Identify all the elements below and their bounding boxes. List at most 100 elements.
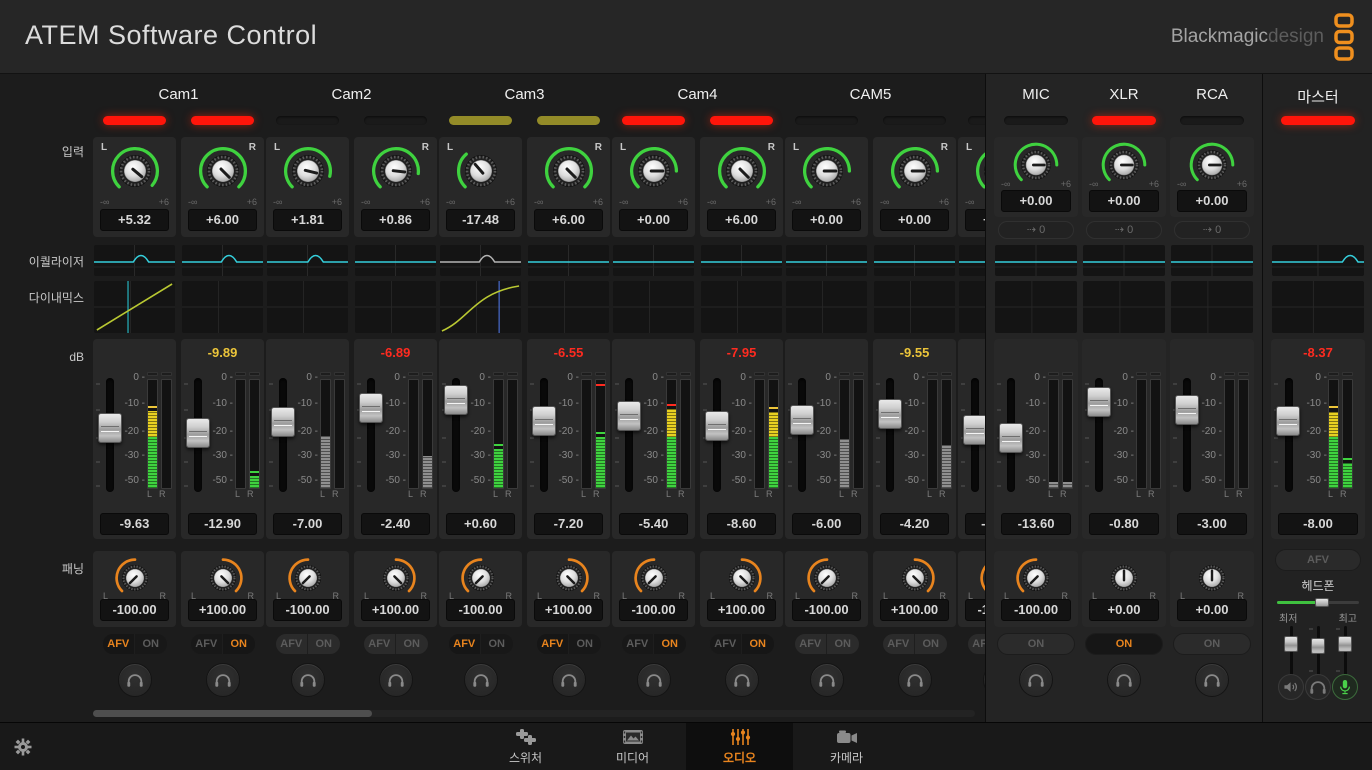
mini-slider-handle[interactable] bbox=[1311, 638, 1325, 654]
cam3-l-afv-button[interactable]: AFV bbox=[449, 634, 481, 654]
cam4-r-gain-value[interactable]: +6.00 bbox=[707, 209, 776, 231]
cam2-l-afv-button[interactable]: AFV bbox=[276, 634, 308, 654]
cam4-r-on-button[interactable]: ON bbox=[741, 634, 774, 654]
ch5-l-dynamics-thumbnail[interactable] bbox=[959, 281, 985, 333]
cam5-r-on-button[interactable]: ON bbox=[914, 634, 947, 654]
rca-fader-value[interactable]: -3.00 bbox=[1177, 513, 1247, 535]
cam2-r-afv-button[interactable]: AFV bbox=[364, 634, 396, 654]
cam1-r-afv-button[interactable]: AFV bbox=[191, 634, 223, 654]
cam5-r-equalizer-thumbnail[interactable] bbox=[874, 245, 955, 276]
cam2-r-solo-monitor-button[interactable] bbox=[379, 663, 413, 697]
monitor-mic-button[interactable] bbox=[1332, 674, 1358, 700]
xlr-gain-value[interactable]: +0.00 bbox=[1089, 190, 1159, 212]
cam4-l-equalizer-thumbnail[interactable] bbox=[613, 245, 694, 276]
cam4-r-equalizer-thumbnail[interactable] bbox=[701, 245, 782, 276]
cam3-r-gain-value[interactable]: +6.00 bbox=[534, 209, 603, 231]
cam3-l-equalizer-thumbnail[interactable] bbox=[440, 245, 521, 276]
cam5-r-afv-button[interactable]: AFV bbox=[883, 634, 915, 654]
input-gain-knob[interactable] bbox=[714, 143, 770, 199]
mic-delay-button[interactable]: ⇢ 0 bbox=[998, 221, 1074, 239]
cam4-l-pan-value[interactable]: -100.00 bbox=[619, 599, 688, 621]
cam4-l-afv-button[interactable]: AFV bbox=[622, 634, 654, 654]
cam5-l-on-button[interactable]: ON bbox=[826, 634, 859, 654]
rca-on-button[interactable]: ON bbox=[1174, 634, 1250, 654]
pan-knob[interactable] bbox=[200, 555, 246, 601]
cam2-r-on-button[interactable]: ON bbox=[395, 634, 428, 654]
cam2-l-equalizer-thumbnail[interactable] bbox=[267, 245, 348, 276]
cam4-l-solo-monitor-button[interactable] bbox=[637, 663, 671, 697]
pan-knob[interactable] bbox=[804, 555, 850, 601]
cam5-r-pan-value[interactable]: +100.00 bbox=[880, 599, 949, 621]
master-equalizer-thumbnail[interactable] bbox=[1272, 245, 1364, 276]
xlr-solo-monitor-button[interactable] bbox=[1107, 663, 1141, 697]
cam3-r-solo-monitor-button[interactable] bbox=[552, 663, 586, 697]
ch5-l-afv-button[interactable]: AFV bbox=[968, 634, 986, 654]
cam1-r-on-button[interactable]: ON bbox=[222, 634, 255, 654]
cam4-l-gain-value[interactable]: +0.00 bbox=[619, 209, 688, 231]
cam5-l-pan-value[interactable]: -100.00 bbox=[792, 599, 861, 621]
rca-delay-button[interactable]: ⇢ 0 bbox=[1174, 221, 1250, 239]
cam3-l-solo-monitor-button[interactable] bbox=[464, 663, 498, 697]
cam3-r-fader-value[interactable]: -7.20 bbox=[534, 513, 603, 535]
cam5-l-solo-monitor-button[interactable] bbox=[810, 663, 844, 697]
input-gain-knob[interactable] bbox=[107, 143, 163, 199]
mic-fader-value[interactable]: -13.60 bbox=[1001, 513, 1071, 535]
cam1-l-on-button[interactable]: ON bbox=[134, 634, 167, 654]
cam2-r-pan-value[interactable]: +100.00 bbox=[361, 599, 430, 621]
xlr-equalizer-thumbnail[interactable] bbox=[1083, 245, 1165, 276]
input-gain-knob[interactable] bbox=[280, 143, 336, 199]
xlr-on-button[interactable]: ON bbox=[1086, 634, 1162, 654]
cam1-r-pan-value[interactable]: +100.00 bbox=[188, 599, 257, 621]
cam2-r-fader-value[interactable]: -2.40 bbox=[361, 513, 430, 535]
cam2-l-on-button[interactable]: ON bbox=[307, 634, 340, 654]
mic-pan-value[interactable]: -100.00 bbox=[1001, 599, 1071, 621]
cam1-r-dynamics-thumbnail[interactable] bbox=[182, 281, 263, 333]
cam3-r-equalizer-thumbnail[interactable] bbox=[528, 245, 609, 276]
cam5-l-dynamics-thumbnail[interactable] bbox=[786, 281, 867, 333]
cam1-r-solo-monitor-button[interactable] bbox=[206, 663, 240, 697]
mic-dynamics-thumbnail[interactable] bbox=[995, 281, 1077, 333]
cam1-l-afv-button[interactable]: AFV bbox=[103, 634, 135, 654]
monitor-mini-slider-1[interactable] bbox=[1311, 626, 1325, 676]
pan-knob[interactable] bbox=[892, 555, 938, 601]
cam4-l-fader-track[interactable] bbox=[625, 378, 633, 492]
cam4-l-dynamics-thumbnail[interactable] bbox=[613, 281, 694, 333]
master-fader-value[interactable]: -8.00 bbox=[1278, 513, 1358, 535]
ch5-l-gain-value[interactable]: +0.00 bbox=[965, 209, 985, 231]
input-gain-knob[interactable] bbox=[887, 143, 943, 199]
input-gain-knob[interactable] bbox=[972, 143, 986, 199]
tab-media[interactable]: 미디어 bbox=[579, 723, 686, 770]
mic-on-button[interactable]: ON bbox=[998, 634, 1074, 654]
pan-knob[interactable] bbox=[1013, 555, 1059, 601]
rca-gain-value[interactable]: +0.00 bbox=[1177, 190, 1247, 212]
tab-camera[interactable]: 카메라 bbox=[793, 723, 900, 770]
input-gain-knob[interactable] bbox=[626, 143, 682, 199]
cam1-l-solo-monitor-button[interactable] bbox=[118, 663, 152, 697]
xlr-fader-value[interactable]: -0.80 bbox=[1089, 513, 1159, 535]
cam1-l-gain-value[interactable]: +5.32 bbox=[100, 209, 169, 231]
headphone-volume-handle[interactable] bbox=[1315, 598, 1329, 607]
pan-knob[interactable] bbox=[1189, 555, 1235, 601]
cam5-l-fader-value[interactable]: -6.00 bbox=[792, 513, 861, 535]
cam1-r-equalizer-thumbnail[interactable] bbox=[182, 245, 263, 276]
cam1-l-equalizer-thumbnail[interactable] bbox=[94, 245, 175, 276]
cam5-r-dynamics-thumbnail[interactable] bbox=[874, 281, 955, 333]
cam5-r-fader-track[interactable] bbox=[886, 378, 894, 492]
cam1-l-fader-value[interactable]: -9.63 bbox=[100, 513, 169, 535]
xlr-dynamics-thumbnail[interactable] bbox=[1083, 281, 1165, 333]
mini-slider-handle[interactable] bbox=[1338, 636, 1352, 652]
cam3-l-dynamics-thumbnail[interactable] bbox=[440, 281, 521, 333]
cam3-r-dynamics-thumbnail[interactable] bbox=[528, 281, 609, 333]
cam4-r-pan-value[interactable]: +100.00 bbox=[707, 599, 776, 621]
monitor-speaker-button[interactable] bbox=[1278, 674, 1304, 700]
cam5-l-afv-button[interactable]: AFV bbox=[795, 634, 827, 654]
rca-solo-monitor-button[interactable] bbox=[1195, 663, 1229, 697]
cam4-r-fader-value[interactable]: -8.60 bbox=[707, 513, 776, 535]
cam5-r-solo-monitor-button[interactable] bbox=[898, 663, 932, 697]
mic-solo-monitor-button[interactable] bbox=[1019, 663, 1053, 697]
mini-slider-handle[interactable] bbox=[1284, 636, 1298, 652]
cam3-l-gain-value[interactable]: -17.48 bbox=[446, 209, 515, 231]
cam2-r-equalizer-thumbnail[interactable] bbox=[355, 245, 436, 276]
cam4-r-solo-monitor-button[interactable] bbox=[725, 663, 759, 697]
cam1-l-dynamics-thumbnail[interactable] bbox=[94, 281, 175, 333]
